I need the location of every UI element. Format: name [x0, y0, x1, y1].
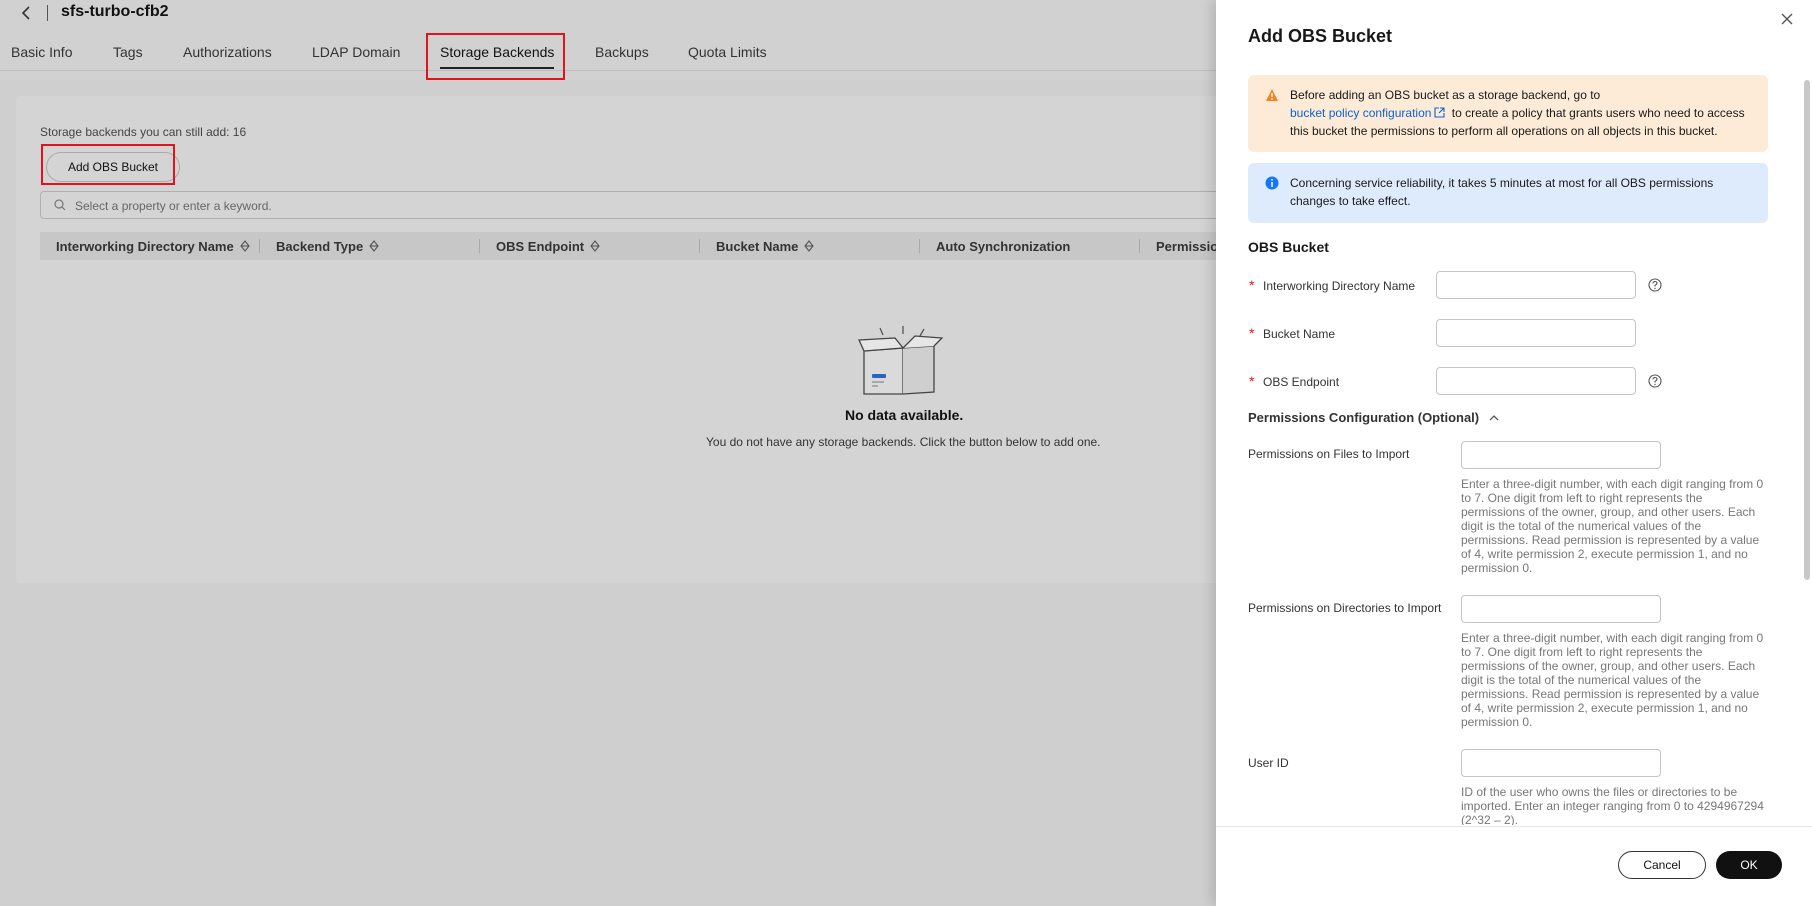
- tab-quota-limits[interactable]: Quota Limits: [688, 44, 767, 60]
- column-backend-type[interactable]: Backend Type: [276, 232, 380, 260]
- add-obs-bucket-drawer: Add OBS Bucket Before adding an OBS buck…: [1216, 0, 1812, 906]
- drawer-scrollbar[interactable]: [1804, 80, 1810, 580]
- perm-dirs-label: Permissions on Directories to Import: [1248, 601, 1442, 615]
- bucket-policy-link[interactable]: bucket policy configuration: [1290, 106, 1431, 120]
- column-label: Interworking Directory Name: [56, 238, 234, 254]
- external-link-icon[interactable]: [1434, 107, 1445, 118]
- highlight-box-storage-backends: [426, 33, 565, 80]
- empty-state-description: You do not have any storage backends. Cl…: [706, 435, 1101, 449]
- user-id-input[interactable]: [1461, 749, 1661, 777]
- column-divider: [479, 239, 480, 253]
- column-divider: [259, 239, 260, 253]
- user-id-label: User ID: [1248, 756, 1289, 770]
- info-alert: Concerning service reliability, it takes…: [1248, 163, 1768, 223]
- column-auto-synchronization: Auto Synchronization: [936, 238, 1071, 254]
- drawer-title: Add OBS Bucket: [1248, 26, 1393, 46]
- column-divider: [919, 239, 920, 253]
- table-header: Interworking Directory Name Backend Type…: [40, 232, 1300, 260]
- permissions-config-toggle[interactable]: Permissions Configuration (Optional): [1248, 410, 1499, 425]
- tab-tags[interactable]: Tags: [113, 44, 143, 60]
- content-card: [16, 96, 1316, 583]
- column-label: OBS Endpoint: [496, 238, 585, 254]
- page-header: sfs-turbo-cfb2 Basic Info Tags Authoriza…: [0, 0, 1300, 80]
- tab-basic-info[interactable]: Basic Info: [11, 44, 72, 60]
- search-placeholder: Select a property or enter a keyword.: [75, 199, 272, 213]
- back-arrow-icon[interactable]: [18, 4, 34, 22]
- column-label: Backend Type: [276, 238, 364, 254]
- tab-backups[interactable]: Backups: [595, 44, 649, 60]
- drawer-footer: Cancel OK: [1216, 826, 1812, 906]
- column-interworking-directory-name[interactable]: Interworking Directory Name: [56, 232, 251, 260]
- highlight-box-add-button: [41, 144, 175, 185]
- search-icon: [54, 199, 66, 211]
- perm-files-hint: Enter a three-digit number, with each di…: [1461, 477, 1764, 575]
- permissions-config-title: Permissions Configuration (Optional): [1248, 410, 1480, 425]
- column-divider: [1139, 239, 1140, 253]
- column-divider: [699, 239, 700, 253]
- tabs-divider: [0, 70, 1300, 71]
- info-text: Concerning service reliability, it takes…: [1290, 176, 1714, 208]
- page-title: sfs-turbo-cfb2: [61, 3, 169, 20]
- dir-name-input[interactable]: [1436, 271, 1636, 299]
- bucket-name-label: Bucket Name: [1263, 327, 1336, 341]
- sort-icon[interactable]: [368, 240, 380, 252]
- obs-bucket-section-title: OBS Bucket: [1248, 239, 1329, 255]
- warning-text-before: Before adding an OBS bucket as a storage…: [1290, 88, 1601, 102]
- info-icon: [1265, 176, 1279, 190]
- empty-state-title: No data available.: [845, 407, 964, 423]
- bucket-name-input[interactable]: [1436, 319, 1636, 347]
- warning-alert: Before adding an OBS bucket as a storage…: [1248, 75, 1768, 152]
- cancel-button[interactable]: Cancel: [1618, 851, 1706, 879]
- column-obs-endpoint[interactable]: OBS Endpoint: [496, 232, 601, 260]
- title-separator: [47, 5, 48, 21]
- required-marker: *: [1249, 325, 1255, 341]
- sort-icon[interactable]: [589, 240, 601, 252]
- column-label: Bucket Name: [716, 238, 799, 254]
- user-id-hint: ID of the user who owns the files or dir…: [1461, 785, 1764, 825]
- close-icon[interactable]: [1780, 12, 1794, 26]
- column-permissions: Permissio: [1156, 238, 1219, 254]
- perm-files-input[interactable]: [1461, 441, 1661, 469]
- tab-authorizations[interactable]: Authorizations: [183, 44, 272, 60]
- warning-icon: [1266, 89, 1278, 101]
- perm-dirs-input[interactable]: [1461, 595, 1661, 623]
- column-bucket-name[interactable]: Bucket Name: [716, 232, 815, 260]
- dir-name-label: Interworking Directory Name: [1263, 279, 1416, 293]
- obs-endpoint-input[interactable]: [1436, 367, 1636, 395]
- required-marker: *: [1249, 277, 1255, 293]
- help-icon[interactable]: [1648, 278, 1662, 292]
- perm-dirs-hint: Enter a three-digit number, with each di…: [1461, 631, 1764, 729]
- ok-button[interactable]: OK: [1716, 851, 1782, 879]
- sort-icon[interactable]: [239, 240, 251, 252]
- search-input[interactable]: Select a property or enter a keyword.: [40, 191, 1300, 219]
- perm-files-label: Permissions on Files to Import: [1248, 447, 1410, 461]
- sort-icon[interactable]: [803, 240, 815, 252]
- warning-text: Before adding an OBS bucket as a storage…: [1290, 86, 1760, 140]
- help-icon[interactable]: [1648, 374, 1662, 388]
- required-marker: *: [1249, 373, 1255, 389]
- tab-ldap-domain[interactable]: LDAP Domain: [312, 44, 400, 60]
- empty-box-icon: [858, 326, 944, 395]
- quota-text: Storage backends you can still add: 16: [40, 125, 247, 139]
- obs-endpoint-label: OBS Endpoint: [1263, 375, 1340, 389]
- chevron-up-icon: [1489, 414, 1499, 420]
